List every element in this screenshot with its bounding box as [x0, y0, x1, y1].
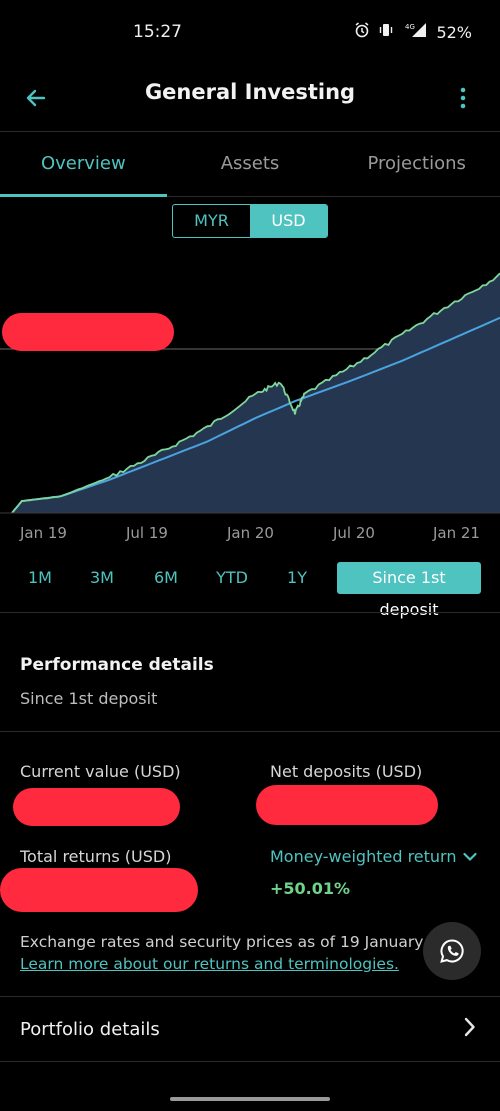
chart-x-axis: Jan 19 Jul 19 Jan 20 Jul 20 Jan 21 [0, 524, 500, 548]
chevron-right-icon [464, 1017, 476, 1041]
status-time: 15:27 [133, 22, 182, 42]
currency-toggle: MYR USD [172, 204, 328, 238]
tab-bar: Overview Assets Projections [0, 133, 500, 197]
battery-percent: 52% [436, 22, 472, 42]
range-ytd[interactable]: YTD [215, 562, 249, 594]
performance-title: Performance details [20, 655, 214, 675]
x-tick-label: Jan 21 [433, 524, 480, 542]
x-tick-label: Jul 20 [333, 524, 375, 542]
x-tick-label: Jan 19 [20, 524, 67, 542]
redaction-mark [2, 313, 174, 351]
x-tick-label: Jan 20 [227, 524, 274, 542]
current-value-label: Current value (USD) [20, 762, 181, 781]
currency-usd[interactable]: USD [250, 205, 327, 237]
divider [0, 612, 500, 613]
tab-assets[interactable]: Assets [167, 133, 334, 196]
alarm-icon [354, 22, 370, 42]
x-tick-label: Jul 19 [126, 524, 168, 542]
performance-subtitle: Since 1st deposit [20, 689, 158, 708]
return-value: +50.01% [270, 879, 351, 898]
signal-icon: 4G [402, 22, 428, 42]
more-menu-button[interactable] [448, 80, 478, 116]
app-header: General Investing [0, 66, 500, 132]
page-title: General Investing [144, 80, 356, 104]
whatsapp-icon [440, 939, 464, 963]
more-vertical-icon [460, 87, 466, 109]
performance-chart[interactable] [0, 245, 500, 520]
redaction-mark [256, 785, 438, 825]
range-1m[interactable]: 1M [27, 562, 53, 594]
divider [0, 731, 500, 732]
redaction-mark [13, 788, 180, 826]
prices-note: Exchange rates and security prices as of… [20, 933, 439, 951]
range-6m[interactable]: 6M [152, 562, 180, 594]
total-returns-label: Total returns (USD) [20, 847, 172, 866]
redaction-mark [0, 868, 198, 912]
chevron-down-icon [462, 852, 477, 861]
range-1y[interactable]: 1Y [286, 562, 308, 594]
range-since-first-deposit[interactable]: Since 1st deposit [337, 562, 481, 619]
tab-overview[interactable]: Overview [0, 133, 167, 197]
time-range-selector: 1M 3M 6M YTD 1Y Since 1st deposit [0, 562, 500, 619]
tab-projections[interactable]: Projections [333, 133, 500, 196]
return-type-dropdown[interactable]: Money-weighted return [270, 847, 477, 866]
net-deposits-label: Net deposits (USD) [270, 762, 423, 781]
learn-more-link[interactable]: Learn more about our returns and termino… [20, 955, 399, 973]
status-icons: 4G 52% [354, 22, 472, 42]
whatsapp-button[interactable] [423, 922, 481, 980]
portfolio-details-row[interactable]: Portfolio details [0, 996, 500, 1062]
network-label: 4G [405, 23, 415, 31]
range-3m[interactable]: 3M [88, 562, 116, 594]
currency-myr[interactable]: MYR [173, 205, 250, 237]
return-type-label: Money-weighted return [270, 847, 457, 866]
vibrate-icon [378, 22, 394, 42]
status-bar: 15:27 4G 52% [0, 0, 500, 66]
home-indicator[interactable] [170, 1097, 330, 1101]
portfolio-details-label: Portfolio details [20, 1019, 160, 1040]
